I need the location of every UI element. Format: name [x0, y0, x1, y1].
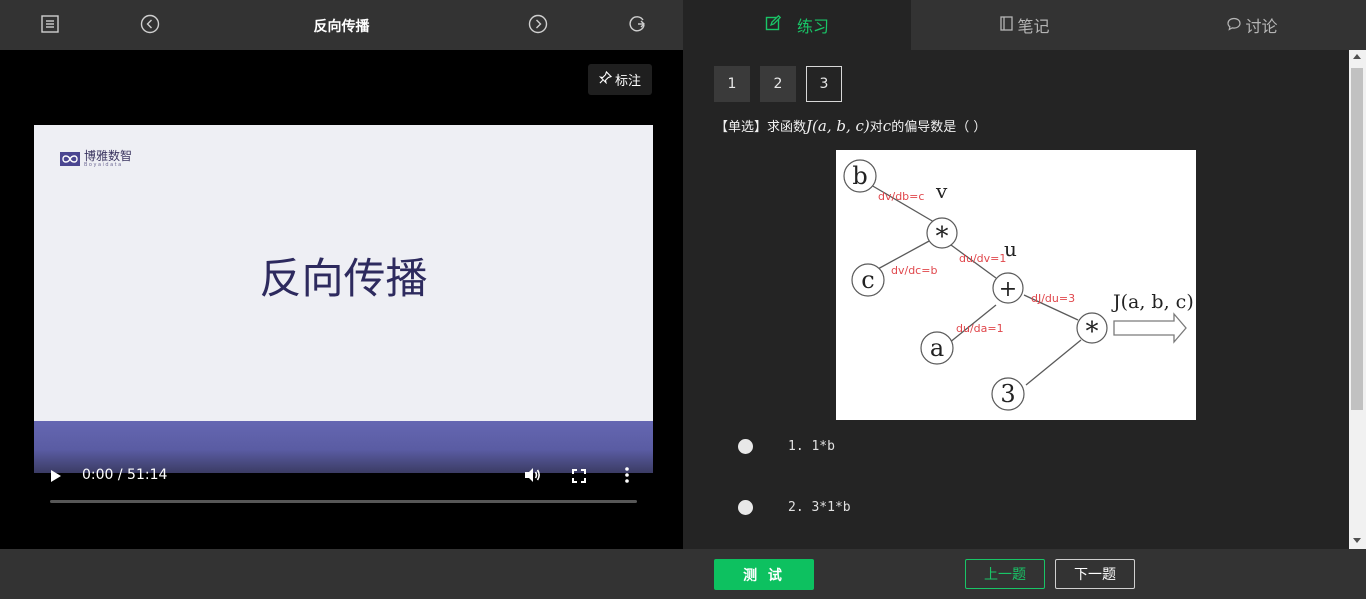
next-circle-icon[interactable]	[527, 13, 549, 35]
tab-practice-label: 练习	[796, 17, 829, 36]
refresh-icon[interactable]	[626, 13, 648, 35]
right-footer-bar: 测 试 上一题 下一题	[683, 549, 1366, 599]
edge-label: du/da=1	[956, 322, 1004, 335]
tab-discuss[interactable]: 讨论	[1139, 0, 1366, 50]
node-label: a	[930, 334, 944, 362]
video-controls: 0:00 / 51:14	[34, 462, 653, 492]
tab-practice[interactable]: 练习	[683, 0, 911, 50]
option-2[interactable]: 2. 3*1*b	[738, 500, 851, 515]
question-type-tag: 【单选】	[715, 120, 768, 135]
output-label: J(a, b, c)	[1111, 291, 1194, 313]
logo-cn: 博雅数智	[84, 149, 133, 163]
more-options-icon[interactable]	[624, 467, 630, 487]
next-question-button[interactable]: 下一题	[1055, 559, 1135, 589]
video-header: 反向传播	[0, 0, 683, 50]
question-text: 【单选】求函数J(a, b, c)对c的偏导数是（ ）	[715, 116, 986, 135]
progress-bar[interactable]	[50, 500, 637, 503]
pin-icon	[598, 70, 613, 88]
slide-logo: 博雅数智 Boyaidata	[60, 150, 132, 168]
test-button[interactable]: 测 试	[714, 559, 814, 590]
node-label: *	[1086, 317, 1099, 347]
fullscreen-icon[interactable]	[572, 468, 586, 487]
question-text-part: 求函数	[767, 120, 807, 135]
question-text-part: 对	[869, 120, 883, 135]
lesson-title: 反向传播	[313, 19, 370, 35]
edge-label: du/dv=1	[959, 252, 1006, 265]
node-label: +	[999, 277, 1017, 302]
node-name-v: v	[935, 179, 948, 203]
question-number-2[interactable]: 2	[760, 66, 796, 102]
option-label: 2. 3*1*b	[788, 500, 851, 515]
question-number-1[interactable]: 1	[714, 66, 750, 102]
node-label: c	[861, 266, 874, 294]
play-icon[interactable]	[50, 468, 62, 487]
edge-label: dv/dc=b	[891, 264, 937, 277]
node-label: b	[852, 162, 867, 190]
edge-label: dv/db=c	[878, 190, 924, 203]
question-formula: J(a, b, c)	[806, 117, 870, 135]
mark-label: 标注	[614, 74, 641, 89]
prev-question-button[interactable]: 上一题	[965, 559, 1045, 589]
computation-graph-image: b c * + a * 3 v u J(a, b, c) dv/db=c dv/…	[836, 150, 1196, 420]
scroll-up-icon[interactable]	[1353, 54, 1361, 59]
chat-icon	[1227, 16, 1242, 35]
tab-bar: 练习 笔记 讨论	[683, 0, 1366, 50]
question-number-3[interactable]: 3	[806, 66, 842, 102]
edit-icon	[765, 14, 782, 35]
slide-title: 反向传播	[259, 254, 428, 303]
node-label: *	[936, 222, 949, 252]
tab-notes[interactable]: 笔记	[911, 0, 1139, 50]
question-panel: 1 2 3 【单选】求函数J(a, b, c)对c的偏导数是（ ） b c * …	[683, 50, 1349, 549]
scrollbar[interactable]	[1349, 50, 1366, 549]
question-variable: c	[882, 117, 892, 135]
video-player[interactable]: 标注 博雅数智 Boyaidata 反向传播 0:00 / 51:14	[0, 50, 683, 549]
slide-frame: 博雅数智 Boyaidata 反向传播	[34, 125, 653, 473]
option-label: 1. 1*b	[788, 439, 835, 454]
left-footer-bar	[0, 549, 683, 599]
time-readout: 0:00 / 51:14	[82, 467, 168, 483]
scroll-down-icon[interactable]	[1353, 538, 1361, 543]
edge-label: dJ/du=3	[1031, 292, 1075, 305]
question-text-part: 的偏导数是（ ）	[891, 120, 987, 135]
mark-button[interactable]: 标注	[588, 64, 652, 95]
radio-button[interactable]	[738, 439, 753, 454]
notebook-icon	[1000, 15, 1014, 35]
infinity-logo-icon	[60, 152, 80, 166]
radio-button[interactable]	[738, 500, 753, 515]
node-label: 3	[1000, 380, 1015, 408]
tab-discuss-label: 讨论	[1245, 17, 1278, 36]
tab-notes-label: 笔记	[1017, 17, 1050, 36]
scroll-thumb[interactable]	[1351, 68, 1363, 410]
volume-icon[interactable]	[524, 467, 542, 487]
option-1[interactable]: 1. 1*b	[738, 439, 835, 454]
